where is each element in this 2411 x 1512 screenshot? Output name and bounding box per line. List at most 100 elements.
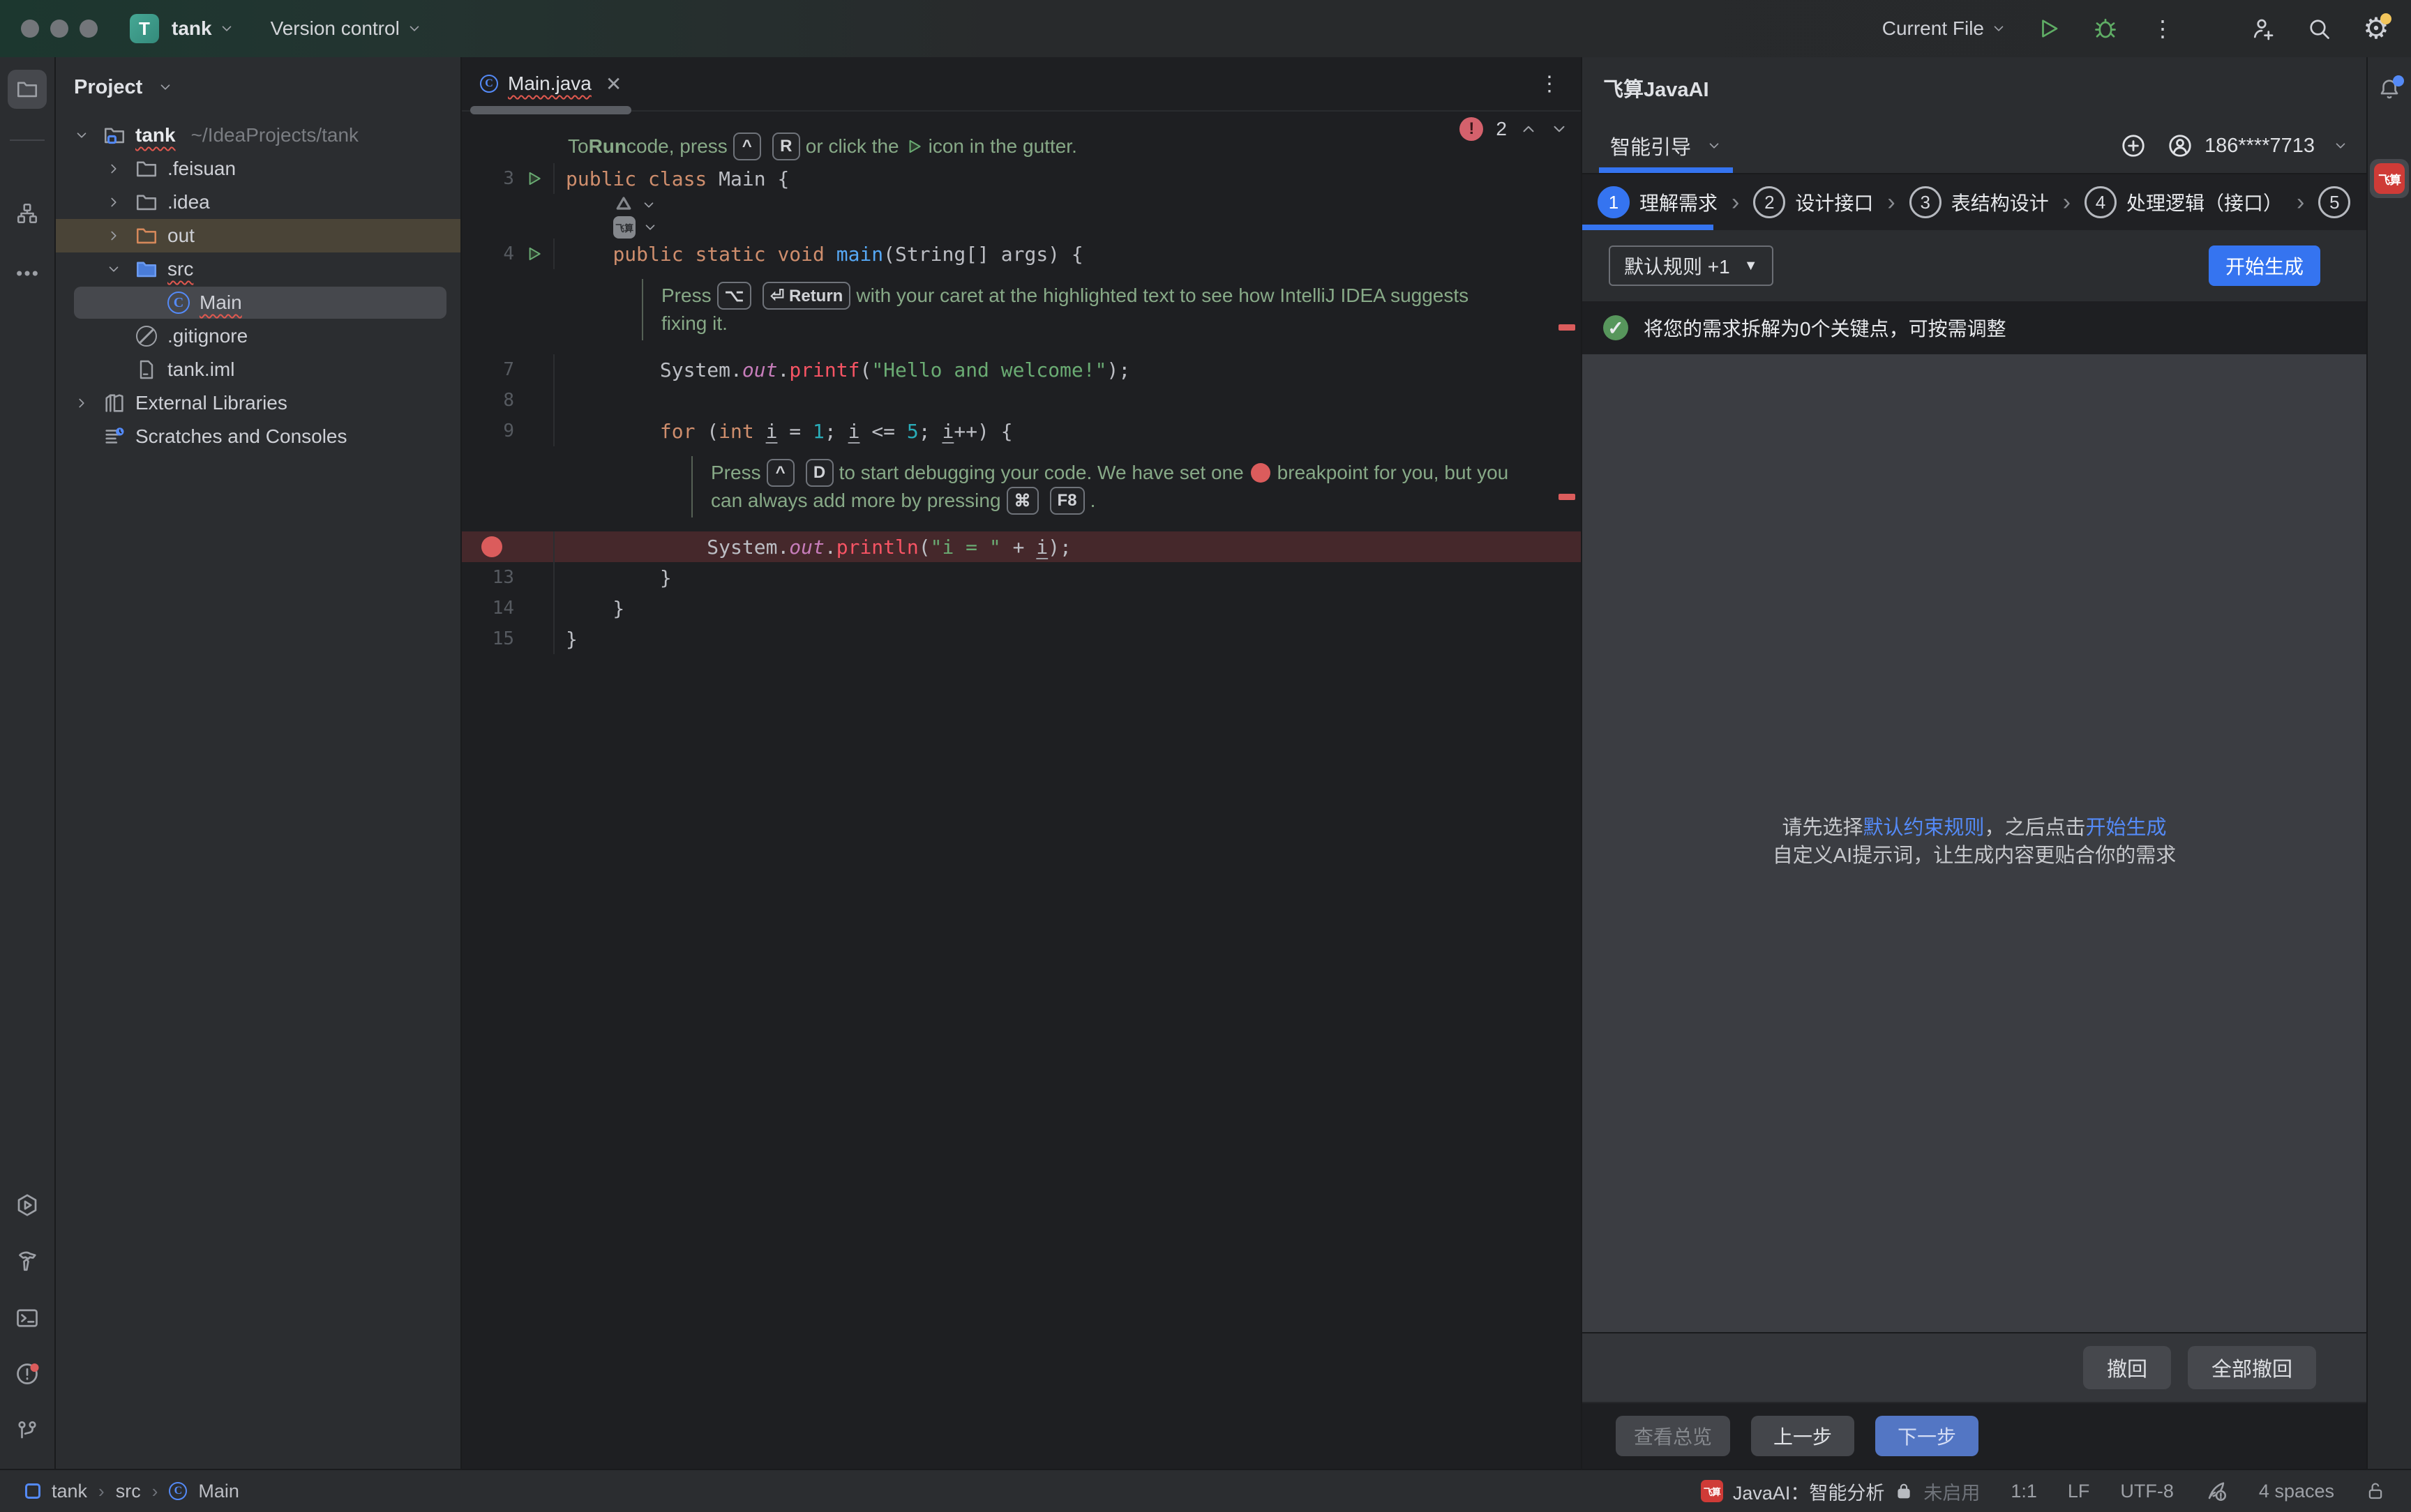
settings-badge: [2380, 13, 2391, 24]
settings-button[interactable]: ⚙: [2361, 13, 2391, 44]
feisuan-inline-actions[interactable]: [462, 194, 1581, 216]
code-line-7[interactable]: 7 System.out.printf("Hello and welcome!"…: [462, 354, 1581, 385]
breakpoint-dot[interactable]: [481, 536, 502, 557]
undo-all-button[interactable]: 全部撤回: [2188, 1346, 2316, 1389]
build-tool-button[interactable]: [8, 1241, 47, 1280]
zoom-window-icon[interactable]: [80, 20, 98, 38]
javaai-analysis-widget[interactable]: 飞算 JavaAI：智能分析 未启用: [1701, 1478, 1981, 1505]
code-token: .: [825, 536, 836, 559]
inspection-widget[interactable]: ! 2: [1459, 117, 1568, 141]
run-line-button[interactable]: [514, 169, 553, 188]
chevron-down-icon[interactable]: [102, 262, 126, 277]
tab-main-java[interactable]: C Main.java ✕: [474, 57, 627, 110]
code-line-3[interactable]: 3public class Main {: [462, 163, 1581, 194]
code-area[interactable]: To Run code, press ^R or click the icon …: [462, 112, 1581, 654]
breadcrumb-project[interactable]: tank: [52, 1481, 87, 1502]
start-generate-link[interactable]: 开始生成: [2086, 817, 2167, 839]
chevron-right-icon[interactable]: [102, 228, 126, 243]
close-tab-icon[interactable]: ✕: [606, 73, 622, 96]
problems-tool-button[interactable]: [8, 1354, 47, 1393]
chevron-down-icon[interactable]: [641, 197, 656, 213]
chevron-right-icon[interactable]: [102, 195, 126, 210]
tree-item-main[interactable]: CMain: [56, 286, 460, 319]
default-rules-link[interactable]: 默认约束规则: [1863, 817, 1984, 839]
account-selector[interactable]: 186****7713: [2167, 133, 2348, 159]
prev-step-button[interactable]: 上一步: [1751, 1416, 1854, 1456]
tree-item-tank[interactable]: tank~/IdeaProjects/tank: [56, 119, 460, 152]
feisuan-inline-actions[interactable]: 飞算: [462, 216, 1581, 239]
step-2[interactable]: 2设计接口: [1753, 186, 1873, 218]
tree-item--feisuan[interactable]: .feisuan: [56, 152, 460, 186]
minimize-window-icon[interactable]: [50, 20, 68, 38]
project-name-menu[interactable]: tank: [172, 17, 212, 40]
code-line-13[interactable]: 13 }: [462, 562, 1581, 593]
chevron-right-icon[interactable]: [70, 395, 93, 411]
project-tool-button[interactable]: [8, 70, 47, 109]
git-tool-button[interactable]: [8, 1412, 47, 1451]
window-controls[interactable]: [21, 20, 98, 38]
feisuan-knot-icon[interactable]: [613, 195, 634, 216]
code-line-8[interactable]: 8: [462, 385, 1581, 416]
tree-item--idea[interactable]: .idea: [56, 186, 460, 219]
code-line-4[interactable]: 4 public static void main(String[] args)…: [462, 239, 1581, 269]
vcs-disabled-icon[interactable]: [2205, 1479, 2228, 1503]
step-5[interactable]: 5: [2318, 186, 2350, 218]
breadcrumb-file[interactable]: Main: [198, 1481, 239, 1502]
feisuan-tool-button[interactable]: 飞算: [2370, 159, 2409, 198]
run-config-selector[interactable]: Current File: [1882, 17, 2006, 40]
prev-problem-button[interactable]: [1519, 120, 1538, 138]
structure-tool-button[interactable]: [8, 194, 47, 233]
services-tool-button[interactable]: [8, 1186, 47, 1225]
tree-item-tank-iml[interactable]: tank.iml: [56, 353, 460, 386]
line-separator-widget[interactable]: LF: [2068, 1481, 2090, 1502]
feisuan-box-icon[interactable]: 飞算: [613, 216, 636, 239]
terminal-tool-button[interactable]: [8, 1299, 47, 1338]
step-1[interactable]: 1理解需求: [1598, 186, 1718, 218]
code-line-9[interactable]: 9 for (int i = 1; i <= 5; i++) {: [462, 416, 1581, 446]
project-avatar[interactable]: T: [130, 14, 159, 43]
tree-item--gitignore[interactable]: .gitignore: [56, 319, 460, 353]
notifications-button[interactable]: [2378, 77, 2401, 100]
tree-item-out[interactable]: out: [56, 219, 460, 252]
more-actions-button[interactable]: ⋮: [2147, 13, 2178, 44]
editor[interactable]: C Main.java ✕ ⋮ ! 2 To Run code, press ^…: [462, 57, 1581, 1469]
error-stripe-mark[interactable]: [1558, 324, 1575, 331]
chevron-down-icon[interactable]: [643, 220, 658, 235]
project-panel-title[interactable]: Project: [74, 76, 142, 99]
step-4[interactable]: 4处理逻辑（接口）: [2085, 186, 2283, 218]
code-line[interactable]: System.out.println("i = " + i);: [462, 531, 1581, 562]
code-line-15[interactable]: 15}: [462, 623, 1581, 654]
encoding-widget[interactable]: UTF-8: [2120, 1481, 2174, 1502]
rules-dropdown[interactable]: 默认规则 +1▼: [1609, 245, 1773, 286]
chevron-right-icon[interactable]: [102, 161, 126, 176]
more-tools-button[interactable]: [8, 254, 47, 293]
next-problem-button[interactable]: [1550, 120, 1568, 138]
search-everywhere-button[interactable]: [2304, 13, 2334, 44]
tree-item-external-libraries[interactable]: External Libraries: [56, 386, 460, 420]
vcs-menu[interactable]: Version control: [271, 17, 400, 40]
run-line-button[interactable]: [514, 245, 553, 263]
code-token: for: [660, 420, 707, 443]
next-step-button[interactable]: 下一步: [1875, 1416, 1978, 1456]
add-button[interactable]: [2118, 130, 2149, 161]
generate-button[interactable]: 开始生成: [2209, 245, 2320, 286]
step-3[interactable]: 3表结构设计: [1909, 186, 2049, 218]
run-button[interactable]: [2033, 13, 2064, 44]
editor-options-button[interactable]: ⋮: [1539, 72, 1560, 96]
error-stripe-mark[interactable]: [1558, 494, 1575, 500]
code-line-14[interactable]: 14 }: [462, 593, 1581, 623]
tree-item-scratches-and-consoles[interactable]: Scratches and Consoles: [56, 420, 460, 453]
undo-button[interactable]: 撤回: [2083, 1346, 2171, 1389]
add-user-button[interactable]: [2246, 13, 2277, 44]
debug-button[interactable]: [2090, 13, 2121, 44]
caret-position-widget[interactable]: 1:1: [2011, 1481, 2037, 1502]
indent-widget[interactable]: 4 spaces: [2259, 1481, 2334, 1502]
chevron-down-icon[interactable]: [70, 128, 93, 143]
tree-item-src[interactable]: src: [56, 252, 460, 286]
view-overview-button[interactable]: 查看总览: [1616, 1416, 1730, 1456]
tab-smart-guide[interactable]: 智能引导: [1610, 119, 1722, 173]
breadcrumb-src[interactable]: src: [116, 1481, 141, 1502]
close-window-icon[interactable]: [21, 20, 39, 38]
unlock-icon[interactable]: [2365, 1481, 2386, 1502]
code-text: for (int i = 1; i <= 5; i++) {: [553, 416, 1013, 446]
